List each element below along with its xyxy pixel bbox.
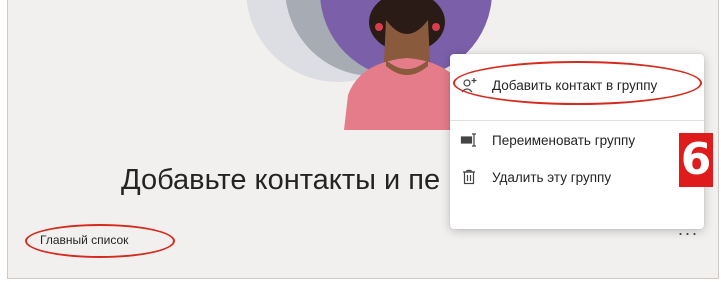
more-options-button[interactable]: ··· xyxy=(675,224,701,248)
menu-item-label: Удалить эту группу xyxy=(492,169,612,185)
highlight-group-name xyxy=(25,224,175,258)
rename-icon xyxy=(460,131,478,149)
menu-divider xyxy=(450,120,704,121)
menu-item-rename-group[interactable]: Переименовать группу xyxy=(450,125,704,155)
highlight-add-contact xyxy=(453,61,702,105)
step-number-badge: 6 xyxy=(679,133,713,187)
menu-item-label: Переименовать группу xyxy=(492,132,636,148)
menu-item-delete-group[interactable]: Удалить эту группу xyxy=(450,162,704,192)
trash-icon xyxy=(460,168,478,186)
empty-state-title: Добавьте контакты и пе xyxy=(121,164,441,196)
